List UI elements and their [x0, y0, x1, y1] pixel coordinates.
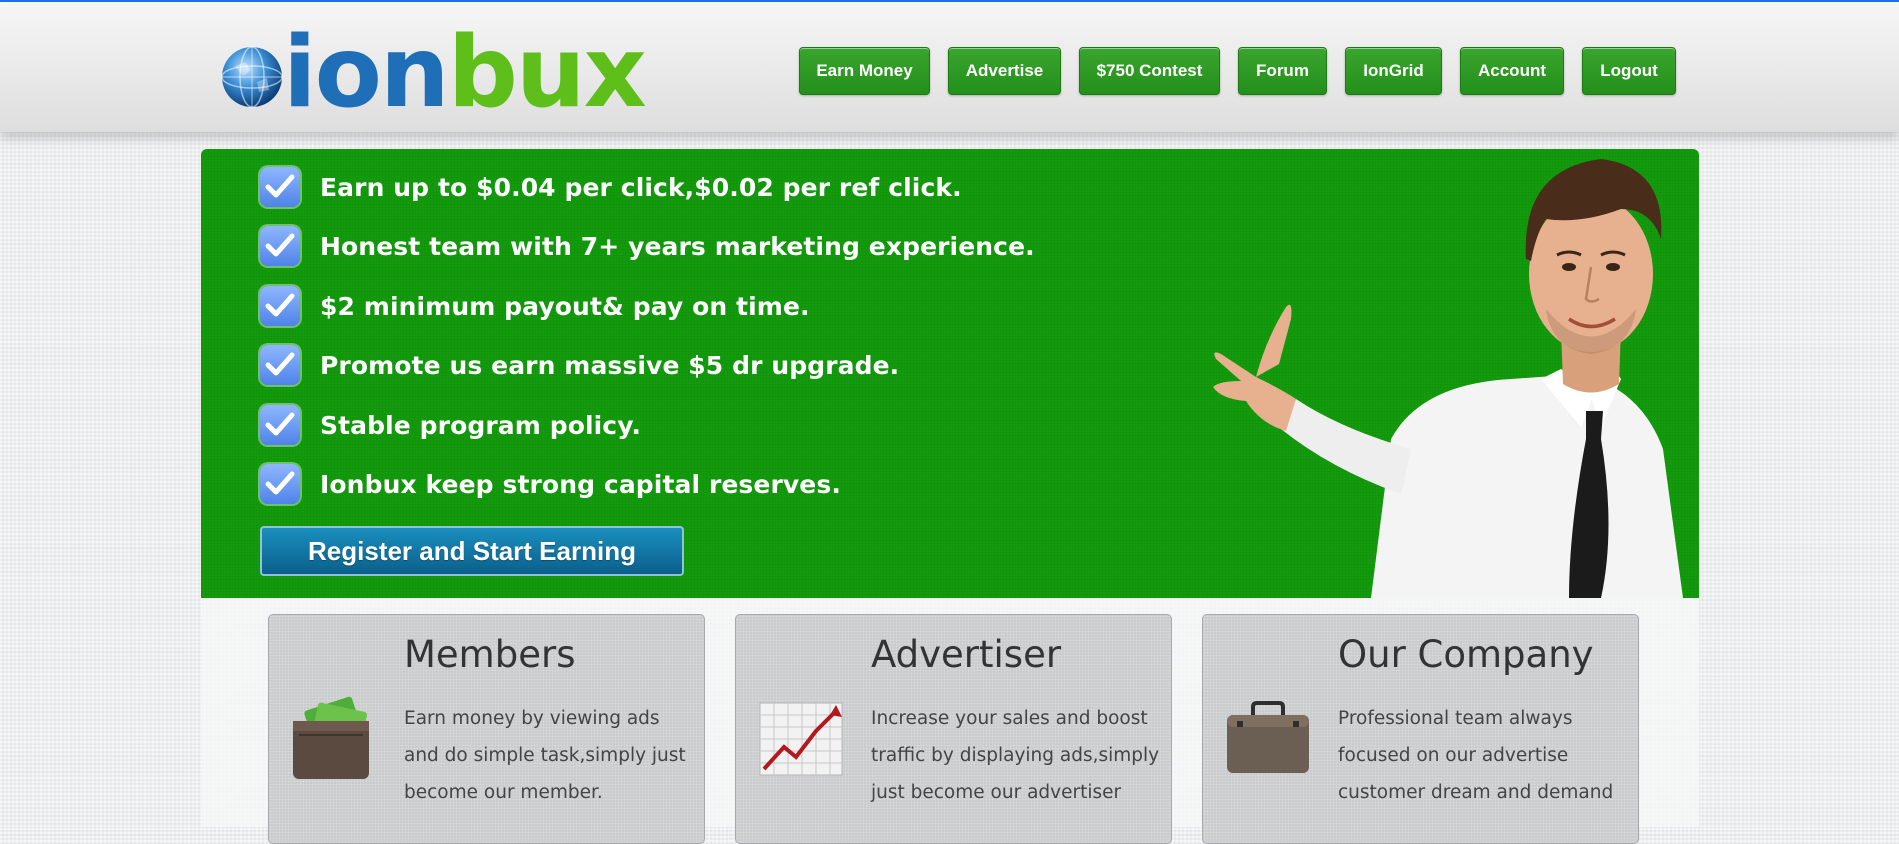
- checkmark-icon: [260, 345, 300, 385]
- logo-text-bux: bux: [447, 16, 647, 130]
- feature-text: $2 minimum payout& pay on time.: [320, 291, 810, 321]
- businessman-image: [1213, 159, 1683, 598]
- checkmark-icon: [260, 226, 300, 266]
- checkmark-icon: [260, 167, 300, 207]
- logo-text-ion: ion: [283, 16, 450, 130]
- feature-text: Ionbux keep strong capital reserves.: [320, 469, 841, 499]
- feature-item: Honest team with 7+ years marketing expe…: [260, 226, 1035, 266]
- nav-account[interactable]: Account: [1460, 47, 1564, 95]
- checkmark-icon: [260, 464, 300, 504]
- feature-text: Honest team with 7+ years marketing expe…: [320, 231, 1035, 261]
- card-title: Our Company: [1338, 633, 1594, 676]
- feature-text: Earn up to $0.04 per click,$0.02 per ref…: [320, 172, 962, 202]
- feature-text: Stable program policy.: [320, 410, 641, 440]
- briefcase-icon: [1227, 701, 1309, 773]
- site-logo[interactable]: ionbux: [221, 16, 647, 122]
- feature-item: Earn up to $0.04 per click,$0.02 per ref…: [260, 167, 962, 207]
- globe-icon: [221, 46, 283, 108]
- feature-item: Ionbux keep strong capital reserves.: [260, 464, 841, 504]
- nav-forum[interactable]: Forum: [1238, 47, 1327, 95]
- hero-banner: Earn up to $0.04 per click,$0.02 per ref…: [201, 149, 1699, 598]
- nav-contest[interactable]: $750 Contest: [1079, 47, 1220, 95]
- nav-iongrid[interactable]: IonGrid: [1345, 47, 1442, 95]
- nav-earn-money[interactable]: Earn Money: [799, 47, 930, 95]
- members-card: Members Earn money by viewing ads and do…: [268, 614, 705, 844]
- advertiser-card: Advertiser Increase your sales and boost…: [735, 614, 1172, 844]
- checkmark-icon: [260, 405, 300, 445]
- wallet-icon: [293, 696, 369, 779]
- site-header: ionbux Earn Money Advertise $750 Contest…: [0, 2, 1899, 132]
- feature-item: Stable program policy.: [260, 405, 641, 445]
- feature-item: $2 minimum payout& pay on time.: [260, 286, 810, 326]
- card-text: Increase your sales and boost traffic by…: [871, 708, 1160, 803]
- nav-advertise[interactable]: Advertise: [948, 47, 1061, 95]
- card-text: Professional team always focused on our …: [1338, 708, 1614, 803]
- nav-logout[interactable]: Logout: [1582, 47, 1676, 95]
- card-title: Members: [404, 633, 576, 676]
- company-card: Our Company Professional team always foc…: [1202, 614, 1639, 844]
- feature-item: Promote us earn massive $5 dr upgrade.: [260, 345, 899, 385]
- card-title: Advertiser: [871, 633, 1062, 676]
- logo-wordmark: ionbux: [283, 24, 647, 122]
- register-button[interactable]: Register and Start Earning: [260, 526, 684, 576]
- growth-chart-icon: [759, 702, 843, 776]
- card-text: Earn money by viewing ads and do simple …: [404, 708, 686, 803]
- feature-text: Promote us earn massive $5 dr upgrade.: [320, 350, 900, 380]
- checkmark-icon: [260, 286, 300, 326]
